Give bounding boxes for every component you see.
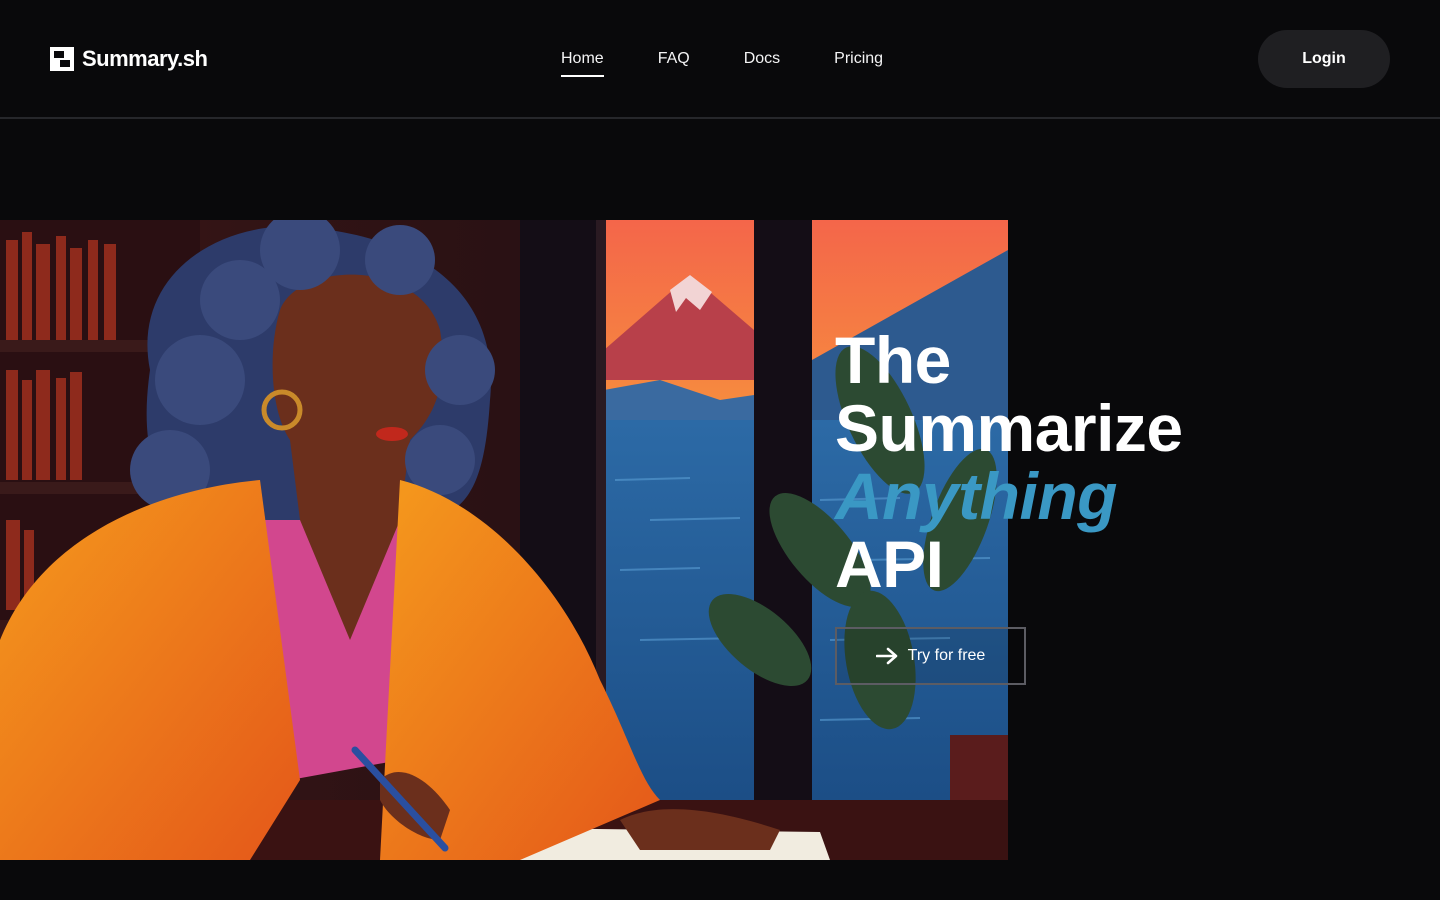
cta-label: Try for free [907,647,986,664]
main-nav: Home FAQ Docs Pricing [561,48,883,78]
hero-headline: The Summarize Anything API [835,326,1395,598]
site-header: Summary.sh Home FAQ Docs Pricing Login [0,0,1440,119]
headline-accent-word: Anything [835,459,1117,533]
nav-item-pricing[interactable]: Pricing [834,48,883,77]
arrow-right-icon [875,647,897,665]
headline-line-4: API [835,527,944,601]
logo-mark-icon [50,47,74,71]
nav-item-faq[interactable]: FAQ [658,48,690,77]
headline-line-2: Summarize [835,391,1183,465]
try-for-free-button[interactable]: Try for free [835,627,1026,685]
login-button[interactable]: Login [1258,30,1390,88]
nav-item-home[interactable]: Home [561,48,604,77]
brand-logo-link[interactable]: Summary.sh [50,46,208,72]
headline-line-1: The [835,323,951,397]
nav-item-docs[interactable]: Docs [744,48,780,77]
brand-name: Summary.sh [82,46,208,71]
